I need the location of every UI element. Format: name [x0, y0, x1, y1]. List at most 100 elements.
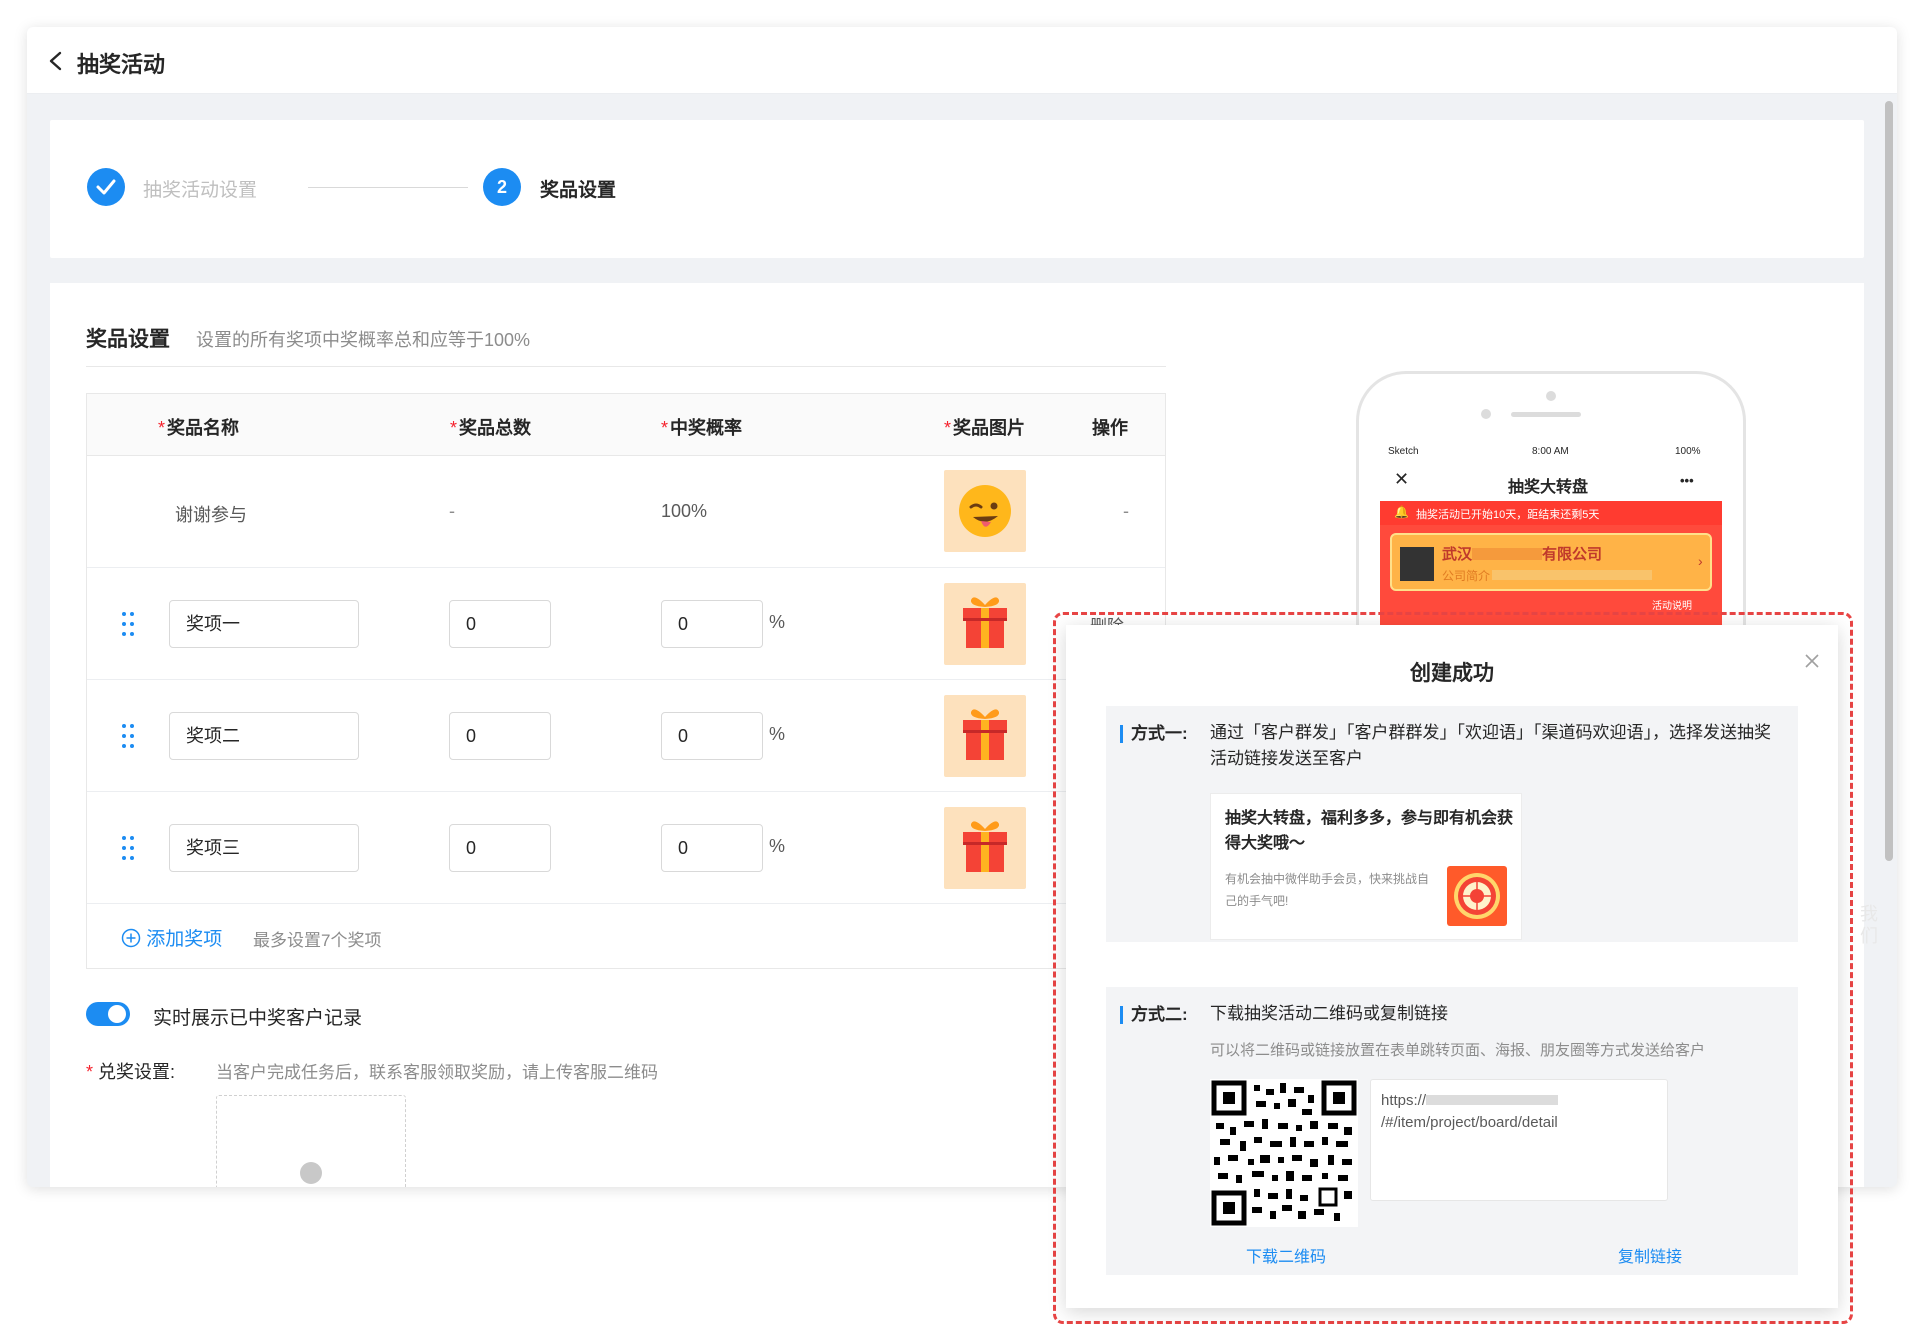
toggle-knob	[108, 1005, 126, 1023]
method-one-text: 通过「客户群发」「客户群群发」「欢迎语」「渠道码欢迎语」，选择发送抽奖活动链接发…	[1210, 723, 1771, 768]
phone-close-icon: ✕	[1394, 469, 1410, 489]
step-2-label[interactable]: 奖品设置	[540, 175, 616, 202]
prize-image[interactable]	[944, 695, 1026, 777]
drag-handle-icon[interactable]	[121, 835, 135, 861]
prize-name-input[interactable]: 奖项二	[169, 712, 359, 760]
qr-upload-box[interactable]	[216, 1095, 406, 1187]
table-row: 奖项三 0 0 %	[87, 792, 1165, 904]
status-carrier: Sketch	[1388, 446, 1419, 457]
step-connector	[308, 187, 468, 188]
gift-icon	[963, 597, 1007, 648]
plus-circle-icon	[121, 928, 141, 948]
gift-icon	[963, 821, 1007, 872]
prize-probability-input[interactable]: 0	[661, 824, 763, 872]
company-logo	[1400, 547, 1434, 581]
prize-probability-input[interactable]: 0	[661, 600, 763, 648]
method-one-section: 方式一: 通过「客户群发」「客户群群发」「欢迎语」「渠道码欢迎语」，选择发送抽奖…	[1106, 706, 1798, 942]
show-winners-toggle[interactable]	[86, 1002, 130, 1026]
notice-text: 抽奖活动已开始10天，距结束还剩5天	[1416, 509, 1600, 521]
top-bar: 抽奖活动	[27, 27, 1897, 94]
prize-name-input[interactable]: 奖项一	[169, 600, 359, 648]
prize-probability-input[interactable]: 0	[661, 712, 763, 760]
method-one-label: 方式一:	[1120, 725, 1188, 743]
table-row: 奖项一 0 0 % 删除	[87, 568, 1165, 680]
add-prize-label: 添加奖项	[146, 929, 223, 950]
gift-icon	[963, 709, 1007, 760]
drag-handle-icon[interactable]	[121, 611, 135, 637]
drag-handle-icon[interactable]	[121, 723, 135, 749]
page-title: 抽奖活动	[77, 52, 166, 77]
section-divider	[86, 366, 1166, 367]
share-card-preview: 抽奖大转盘，福利多多，参与即有机会获得大奖哦～ 有机会抽中微伴助手会员，快来挑战…	[1210, 793, 1522, 940]
copy-link-button[interactable]: 复制链接	[1618, 1243, 1682, 1267]
prize-name: 谢谢参与	[175, 505, 247, 525]
scrollbar-thumb[interactable]	[1885, 101, 1893, 861]
redeem-label: * 兑奖设置:	[86, 1062, 176, 1082]
prize-total-input[interactable]: 0	[449, 600, 551, 648]
section-hint: 设置的所有奖项中奖概率总和应等于100%	[196, 330, 531, 350]
prize-image[interactable]	[944, 470, 1026, 552]
chevron-right-icon: ›	[1698, 553, 1703, 569]
share-card-desc: 有机会抽中微伴助手会员，快来挑战自己的手气吧!	[1225, 872, 1430, 908]
add-prize-row: 添加奖项 最多设置7个奖项	[87, 904, 1165, 968]
url-blurred	[1426, 1095, 1559, 1105]
lucky-wheel-icon	[1447, 866, 1507, 926]
percent-unit: %	[769, 836, 786, 856]
phone-sensor	[1481, 409, 1491, 419]
step-1-label[interactable]: 抽奖活动设置	[143, 175, 257, 202]
section-title: 奖品设置	[86, 328, 170, 351]
back-arrow-icon[interactable]	[47, 51, 65, 71]
rules-link[interactable]: 活动说明	[1652, 597, 1692, 612]
add-prize-hint: 最多设置7个奖项	[253, 931, 382, 950]
phone-title: 抽奖大转盘	[1508, 479, 1589, 496]
table-header: * 奖品名称 * 奖品总数 * 中奖概率 * 奖品图片 操作	[87, 394, 1165, 456]
notice-bar: 🔔 抽奖活动已开始10天，距结束还剩5天	[1380, 501, 1722, 525]
column-header-action: 操作	[1092, 418, 1128, 438]
phone-camera	[1546, 391, 1556, 401]
column-header-image: * 奖品图片	[944, 418, 1026, 438]
show-winners-label: 实时展示已中奖客户记录	[153, 1008, 363, 1029]
status-battery: 100%	[1675, 446, 1701, 457]
column-header-probability: * 中奖概率	[661, 418, 743, 438]
side-float-text: 我们	[1860, 904, 1878, 946]
add-prize-button[interactable]: 添加奖项	[121, 924, 222, 951]
table-row: 谢谢参与 - 100% -	[87, 456, 1165, 568]
percent-unit: %	[769, 612, 786, 632]
prize-total: -	[449, 501, 455, 521]
prize-probability: 100%	[661, 501, 708, 521]
step-1-check-icon	[87, 168, 125, 206]
prize-image[interactable]	[944, 807, 1026, 889]
company-intro-blur	[1492, 570, 1652, 580]
modal-title: 创建成功	[1410, 662, 1494, 685]
status-time: 8:00 AM	[1532, 446, 1569, 457]
prize-table: * 奖品名称 * 奖品总数 * 中奖概率 * 奖品图片 操作 谢谢参与 - 100%	[86, 393, 1166, 969]
table-row: 奖项二 0 0 %	[87, 680, 1165, 792]
link-textarea[interactable]: https:///#/item/project/board/detail	[1370, 1079, 1668, 1201]
prize-total-input[interactable]: 0	[449, 712, 551, 760]
share-card-title: 抽奖大转盘，福利多多，参与即有机会获得大奖哦～	[1225, 810, 1514, 852]
company-card: 武汉 有限公司 公司简介 ›	[1390, 533, 1712, 591]
company-name: 武汉 有限公司	[1442, 546, 1603, 563]
prize-total-input[interactable]: 0	[449, 824, 551, 872]
phone-more-icon: •••	[1680, 473, 1694, 488]
redeem-hint: 当客户完成任务后，联系客服领取奖励，请上传客服二维码	[216, 1063, 658, 1082]
wink-emoji-icon	[959, 485, 1011, 537]
prize-image[interactable]	[944, 583, 1026, 665]
step-2-circle: 2	[483, 168, 521, 206]
steps-card: 抽奖活动设置 2 奖品设置	[50, 120, 1864, 258]
prize-name-input[interactable]: 奖项三	[169, 824, 359, 872]
column-header-name: * 奖品名称	[158, 418, 240, 438]
method-two-section: 方式二: 下载抽奖活动二维码或复制链接 可以将二维码或链接放置在表单跳转页面、海…	[1106, 987, 1798, 1275]
upload-plus-icon	[300, 1162, 322, 1184]
method-two-text: 下载抽奖活动二维码或复制链接	[1210, 1004, 1448, 1023]
prize-action: -	[1123, 501, 1129, 521]
percent-unit: %	[769, 724, 786, 744]
bell-icon: 🔔	[1394, 505, 1409, 519]
method-two-label: 方式二:	[1120, 1006, 1188, 1024]
success-modal: 创建成功 方式一: 通过「客户群发」「客户群群发」「欢迎语」「渠道码欢迎语」，选…	[1066, 625, 1838, 1308]
qr-code	[1210, 1079, 1358, 1227]
download-qr-button[interactable]: 下载二维码	[1246, 1243, 1326, 1267]
company-intro: 公司简介	[1442, 569, 1491, 583]
phone-speaker	[1511, 412, 1581, 417]
method-two-hint: 可以将二维码或链接放置在表单跳转页面、海报、朋友圈等方式发送给客户	[1210, 1042, 1706, 1059]
